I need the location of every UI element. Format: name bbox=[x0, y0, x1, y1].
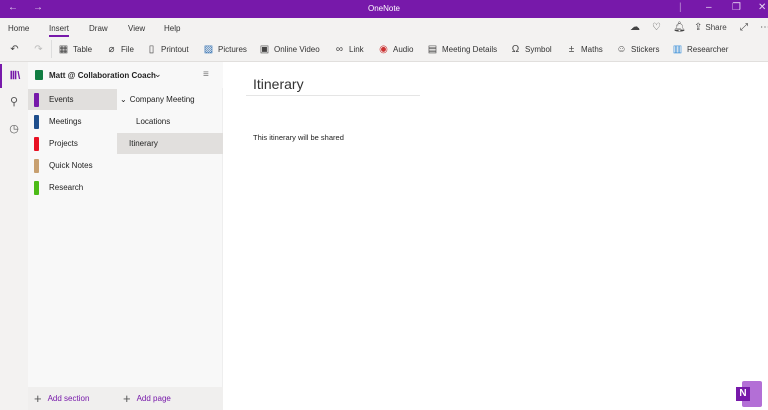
file-button[interactable]: ⌀ File bbox=[106, 44, 133, 55]
section-tab-icon bbox=[34, 158, 39, 173]
sync-icon[interactable]: ☁ bbox=[630, 22, 640, 33]
tab-draw[interactable]: Draw bbox=[89, 24, 108, 33]
microphone-icon: ◉ bbox=[379, 44, 388, 55]
document-icon: ▯ bbox=[148, 44, 155, 55]
picture-icon: ▨ bbox=[203, 44, 214, 55]
restore-icon[interactable]: ❐ bbox=[732, 2, 741, 13]
section-research[interactable]: Research bbox=[28, 177, 117, 198]
share-button[interactable]: ⇪ Share bbox=[694, 22, 727, 33]
add-page-button[interactable]: + Add page bbox=[117, 387, 223, 410]
section-events[interactable]: Events bbox=[28, 89, 117, 110]
paperclip-icon: ⌀ bbox=[108, 44, 115, 55]
undo-button[interactable]: ↶ bbox=[9, 44, 20, 55]
search-icon[interactable]: ⚲ bbox=[0, 95, 28, 108]
table-button[interactable]: ▦ Table bbox=[58, 44, 92, 55]
notebooks-icon[interactable]: Ⅲ\ bbox=[0, 64, 28, 88]
divider: | bbox=[679, 2, 682, 13]
plus-icon: + bbox=[34, 391, 42, 406]
table-icon: ▦ bbox=[58, 44, 69, 55]
more-icon[interactable]: ⋯ bbox=[760, 22, 768, 33]
section-quick-notes[interactable]: Quick Notes bbox=[28, 155, 117, 176]
minimize-icon[interactable]: – bbox=[706, 2, 712, 13]
ribbon: Home Insert Draw View Help ☁ ♡ 🔔︎ ⇪ Share… bbox=[0, 18, 768, 62]
online-video-button[interactable]: ▣ Online Video bbox=[259, 44, 320, 55]
section-projects[interactable]: Projects bbox=[28, 133, 117, 154]
window-title: OneNote bbox=[367, 4, 401, 13]
calendar-icon: ▤ bbox=[427, 44, 438, 55]
section-tab-icon bbox=[34, 92, 39, 107]
bell-icon[interactable]: 🔔︎ bbox=[673, 22, 686, 33]
notebook-header: Matt @ Collaboration Coach ⌄ ≡ bbox=[28, 62, 223, 88]
recent-clock-icon[interactable]: ◷ bbox=[0, 122, 28, 135]
page-title[interactable]: Itinerary bbox=[253, 76, 304, 92]
onenote-logo: N bbox=[736, 381, 762, 407]
title-bar: ← → OneNote | – ❐ ✕ bbox=[0, 0, 768, 18]
section-list: Events Meetings Projects Quick Notes Res… bbox=[28, 88, 117, 410]
chevron-down-icon[interactable]: ⌄ bbox=[154, 69, 162, 80]
page-company-meeting[interactable]: ⌄ Company Meeting bbox=[117, 89, 223, 110]
section-tab-icon bbox=[34, 136, 39, 151]
add-section-button[interactable]: + Add section bbox=[28, 387, 117, 410]
printout-button[interactable]: ▯ Printout bbox=[146, 44, 189, 55]
meeting-details-button[interactable]: ▤ Meeting Details bbox=[427, 44, 497, 55]
tab-insert[interactable]: Insert bbox=[49, 24, 70, 37]
plus-icon: + bbox=[123, 391, 131, 406]
researcher-icon: ▥ bbox=[672, 44, 683, 55]
title-underline bbox=[246, 95, 420, 96]
expand-icon[interactable]: ⤢ bbox=[740, 22, 748, 33]
audio-button[interactable]: ◉ Audio bbox=[378, 44, 413, 55]
close-icon[interactable]: ✕ bbox=[758, 2, 766, 13]
link-icon: ∞ bbox=[335, 44, 344, 55]
redo-button[interactable]: ↷ bbox=[33, 44, 44, 55]
tab-home[interactable]: Home bbox=[8, 24, 29, 33]
share-icon: ⇪ bbox=[694, 22, 703, 33]
redo-icon: ↷ bbox=[34, 44, 43, 55]
maths-icon: ± bbox=[568, 44, 575, 55]
link-button[interactable]: ∞ Link bbox=[334, 44, 364, 55]
notebook-icon bbox=[35, 70, 43, 80]
page-body-text[interactable]: This itinerary will be shared bbox=[253, 133, 344, 142]
stickers-button[interactable]: ☺ Stickers bbox=[616, 44, 659, 55]
symbol-button[interactable]: Ω Symbol bbox=[510, 44, 552, 55]
chevron-down-icon[interactable]: ⌄ bbox=[120, 95, 127, 104]
notebook-name[interactable]: Matt @ Collaboration Coach bbox=[49, 71, 156, 80]
lightbulb-icon[interactable]: ♡ bbox=[652, 22, 661, 33]
page-itinerary[interactable]: Itinerary bbox=[117, 133, 223, 154]
page-locations[interactable]: Locations bbox=[117, 111, 223, 132]
maths-button[interactable]: ± Maths bbox=[566, 44, 603, 55]
video-icon: ▣ bbox=[259, 44, 270, 55]
page-list: ⌄ Company Meeting Locations Itinerary bbox=[117, 88, 223, 410]
divider bbox=[51, 40, 52, 58]
navigation-rail: Ⅲ\ ⚲ ◷ bbox=[0, 62, 28, 410]
section-tab-icon bbox=[34, 114, 39, 129]
omega-icon: Ω bbox=[511, 44, 520, 55]
pictures-button[interactable]: ▨ Pictures bbox=[203, 44, 247, 55]
tab-help[interactable]: Help bbox=[164, 24, 180, 33]
tab-view[interactable]: View bbox=[128, 24, 145, 33]
undo-icon: ↶ bbox=[10, 44, 19, 55]
sort-icon[interactable]: ≡ bbox=[203, 69, 209, 80]
section-tab-icon bbox=[34, 180, 39, 195]
smiley-icon: ☺ bbox=[616, 44, 627, 55]
researcher-button[interactable]: ▥ Researcher bbox=[672, 44, 729, 55]
section-meetings[interactable]: Meetings bbox=[28, 111, 117, 132]
